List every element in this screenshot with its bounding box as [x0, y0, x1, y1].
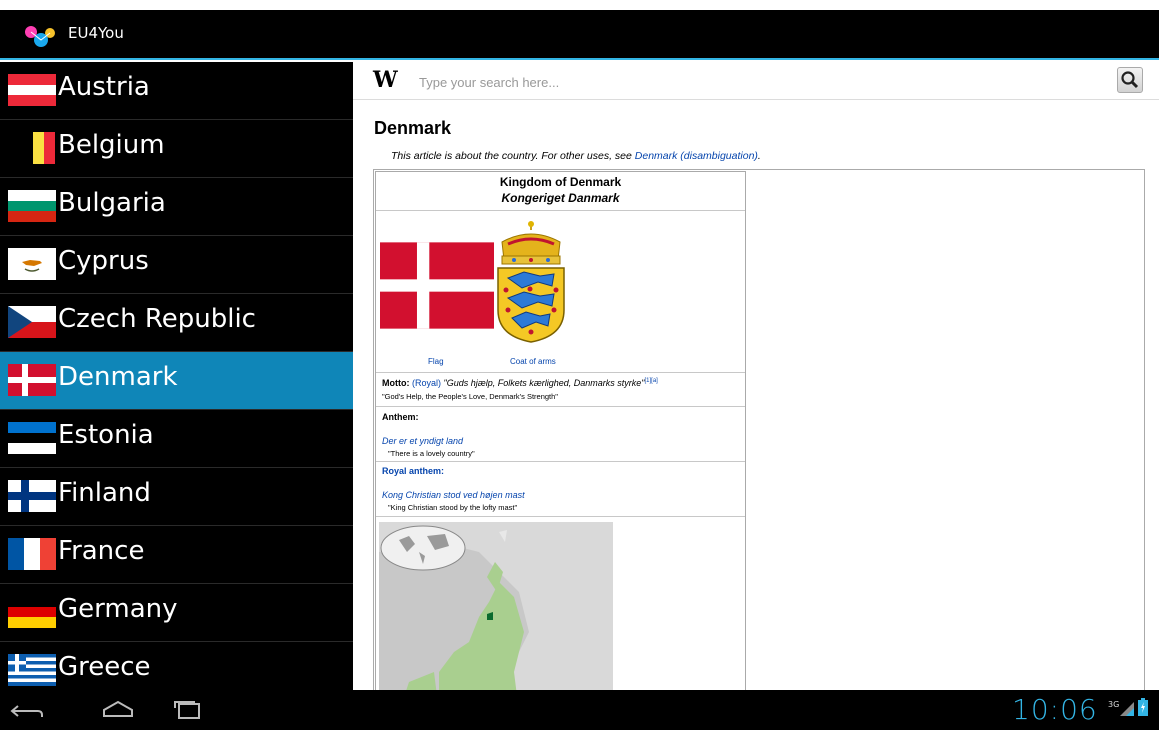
- country-name: Cyprus: [58, 246, 149, 276]
- search-input[interactable]: [419, 71, 1109, 93]
- list-item-bulgaria[interactable]: Bulgaria: [0, 178, 353, 236]
- hatnote-text: This article is about the country. For o…: [391, 150, 635, 162]
- motto-label: Motto:: [382, 378, 410, 388]
- coat-of-arms-caption-link[interactable]: Coat of arms: [510, 357, 556, 366]
- country-name: Estonia: [58, 420, 154, 450]
- country-name: Austria: [58, 72, 150, 102]
- disambiguation-link[interactable]: Denmark (disambiguation): [635, 150, 758, 162]
- infobox-title: Kingdom of Denmark: [499, 175, 622, 189]
- motto-line: Motto: (Royal) "Guds hjælp, Folkets kærl…: [382, 378, 658, 388]
- infobox-native-name: Kongeriget Danmark: [501, 191, 620, 205]
- czech-flag-icon: [8, 306, 56, 338]
- belgium-flag-icon: [22, 132, 55, 164]
- anthem-translation: "There is a lovely country": [388, 449, 475, 458]
- list-item-czech-republic[interactable]: Czech Republic: [0, 294, 353, 352]
- anthem-title-link[interactable]: Der er et yndigt land: [382, 436, 463, 446]
- royal-anthem-label-link[interactable]: Royal anthem:: [382, 466, 444, 476]
- france-flag-icon: [8, 538, 56, 570]
- location-map-image[interactable]: [379, 522, 613, 690]
- magnifier-icon: [1121, 71, 1139, 89]
- austria-flag-icon: [8, 74, 56, 106]
- battery-charging-icon: [1138, 698, 1148, 716]
- wikipedia-webview[interactable]: W Denmark This article is about the coun…: [353, 62, 1159, 690]
- app-logo-icon[interactable]: [22, 24, 60, 48]
- recent-apps-icon[interactable]: [170, 698, 206, 722]
- action-bar: EU4You: [0, 10, 1159, 60]
- list-item-cyprus[interactable]: Cyprus: [0, 236, 353, 294]
- danish-flag-image[interactable]: [380, 242, 494, 329]
- finland-flag-icon: [8, 480, 56, 512]
- cyprus-flag-icon: [8, 248, 56, 280]
- country-name: Germany: [58, 594, 178, 624]
- wikipedia-logo-icon[interactable]: W: [373, 67, 398, 93]
- hatnote: This article is about the country. For o…: [391, 150, 761, 162]
- list-item-finland[interactable]: Finland: [0, 468, 353, 526]
- back-icon[interactable]: [8, 700, 48, 722]
- app-title: EU4You: [68, 24, 124, 42]
- network-type-label: 3G: [1108, 700, 1120, 709]
- article-title: Denmark: [374, 118, 452, 138]
- tablet-screen: EU4You Austria Belgium Bulgaria Cyprus C…: [0, 0, 1159, 730]
- country-name: Denmark: [58, 362, 178, 392]
- divider: [376, 372, 745, 373]
- divider: [376, 516, 745, 517]
- list-item-belgium[interactable]: Belgium: [0, 120, 353, 178]
- royal-anthem-translation: "King Christian stood by the lofty mast": [388, 503, 518, 512]
- denmark-flag-icon: [8, 364, 56, 396]
- hatnote-suffix: .: [757, 150, 761, 162]
- home-icon[interactable]: [100, 698, 136, 722]
- infobox: Kingdom of Denmark Kongeriget Danmark Fl…: [375, 171, 746, 690]
- coat-of-arms-image[interactable]: [494, 220, 568, 344]
- country-name: Finland: [58, 478, 151, 508]
- list-item-france[interactable]: France: [0, 526, 353, 584]
- search-button[interactable]: [1117, 67, 1143, 93]
- estonia-flag-icon: [8, 422, 56, 454]
- divider: [376, 210, 745, 211]
- country-name: France: [58, 536, 145, 566]
- country-name: Greece: [58, 652, 151, 682]
- country-name: Belgium: [58, 130, 165, 160]
- germany-flag-icon: [8, 596, 56, 628]
- royal-anthem-title-link[interactable]: Kong Christian stod ved højen mast: [382, 490, 525, 500]
- bulgaria-flag-icon: [8, 190, 56, 222]
- divider: [376, 461, 745, 462]
- search-bar: W: [353, 62, 1159, 100]
- list-item-denmark[interactable]: Denmark: [0, 352, 353, 410]
- divider: [376, 406, 745, 407]
- list-item-greece[interactable]: Greece: [0, 642, 353, 690]
- motto-translation: "God's Help, the People's Love, Denmark'…: [382, 392, 558, 401]
- motto-references[interactable]: [1][a]: [645, 378, 658, 384]
- flag-caption-link[interactable]: Flag: [428, 357, 444, 366]
- anthem-label: Anthem:: [382, 412, 419, 422]
- list-item-germany[interactable]: Germany: [0, 584, 353, 642]
- list-item-estonia[interactable]: Estonia: [0, 410, 353, 468]
- country-name: Czech Republic: [58, 304, 256, 334]
- list-item-austria[interactable]: Austria: [0, 62, 353, 120]
- country-list[interactable]: Austria Belgium Bulgaria Cyprus Czech Re…: [0, 62, 353, 690]
- system-navigation-bar: 10:06 3G: [0, 690, 1159, 730]
- greece-flag-icon: [8, 654, 56, 686]
- country-name: Bulgaria: [58, 188, 166, 218]
- motto-royal-link[interactable]: (Royal): [412, 378, 441, 388]
- signal-strength-icon: [1120, 702, 1134, 716]
- status-clock[interactable]: 10:06: [1012, 693, 1098, 726]
- motto-text: "Guds hjælp, Folkets kærlighed, Danmarks…: [443, 378, 645, 388]
